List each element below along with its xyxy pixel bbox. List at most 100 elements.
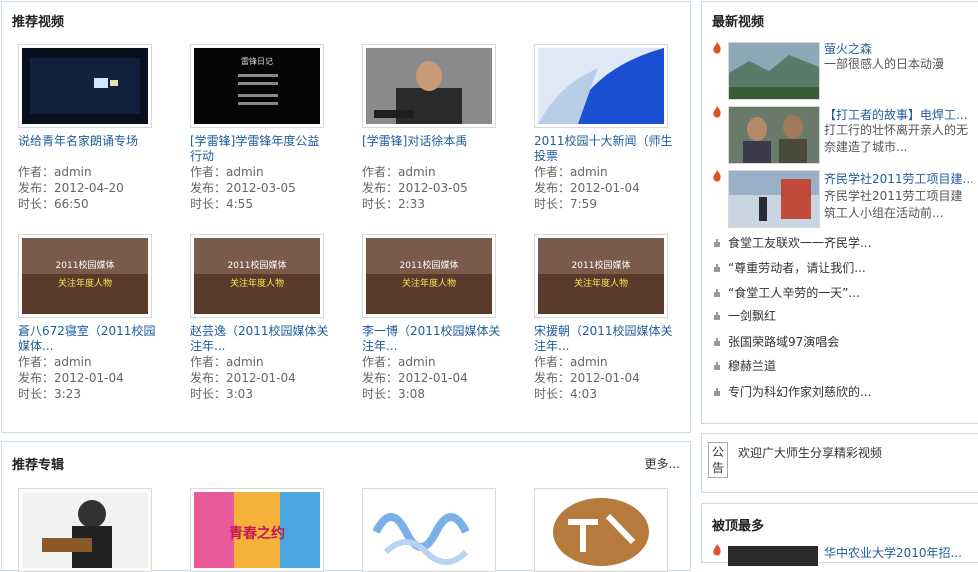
video-duration: 时长：2:33	[362, 197, 425, 211]
video-author: 作者：admin	[534, 355, 608, 369]
video-duration: 时长：3:23	[18, 387, 81, 401]
video-thumbnail[interactable]: 雷锋日记	[190, 44, 324, 128]
video-title[interactable]: 2011校园十大新闻（师生投票	[534, 134, 674, 164]
video-author: 作者：admin	[190, 165, 264, 179]
hand-icon	[714, 289, 720, 297]
album-thumbnail[interactable]	[534, 488, 668, 572]
hand-icon	[714, 338, 720, 346]
albums-more-link[interactable]: 更多...	[645, 455, 680, 472]
video-card[interactable]: 2011校园媒体 关注年度人物 宋援朝（2011校园媒体关注年... 作者：adm…	[534, 234, 684, 402]
video-card[interactable]: 2011校园十大新闻（师生投票 作者：admin 发布：2012-01-04 时…	[534, 44, 684, 212]
video-card[interactable]: 说给青年名家朗诵专场 作者：admin 发布：2012-04-20 时长：66:…	[18, 44, 168, 212]
video-card[interactable]: 2011校园媒体 关注年度人物 赵芸逸（2011校园媒体关注年... 作者：adm…	[190, 234, 340, 402]
video-date: 发布：2012-01-04	[362, 371, 468, 385]
news-thumbnail[interactable]	[728, 106, 820, 164]
list-item[interactable]: “食堂工人辛劳的一天”...	[712, 284, 860, 301]
youth-thumb-text: 青春之约	[229, 525, 285, 542]
list-item[interactable]: 张国荣路域97演唱会	[712, 333, 839, 350]
video-date: 发布：2012-01-04	[190, 371, 296, 385]
fire-icon	[713, 106, 721, 118]
album-thumbnail[interactable]: 青春之约	[190, 488, 324, 572]
video-date: 发布：2012-04-20	[18, 181, 124, 195]
fire-icon	[713, 544, 721, 556]
video-thumbnail[interactable]: 2011校园媒体 关注年度人物	[362, 234, 496, 318]
video-author: 作者：admin	[18, 355, 92, 369]
latest-videos-panel: 最新视频 萤火之森 一部很感人的日本动漫 【打工者的故事】电焊工... 打工行的…	[701, 1, 978, 424]
video-date: 发布：2012-03-05	[190, 181, 296, 195]
video-title[interactable]: 蒼八672寝室（2011校园媒体...	[18, 324, 158, 354]
hand-icon	[714, 312, 720, 320]
most-liked-title: 被顶最多	[712, 519, 765, 534]
video-card[interactable]: 雷锋日记 [学雷锋]学雷锋年度公益行动 作者：admin 发布：2012-03-…	[190, 44, 340, 212]
media-thumb-line1: 2011校园媒体	[56, 259, 115, 271]
video-date: 发布：2012-01-04	[534, 371, 640, 385]
media-thumb-line2: 关注年度人物	[574, 277, 628, 289]
video-author: 作者：admin	[190, 355, 264, 369]
album-thumbnail[interactable]	[362, 488, 496, 572]
list-item-label: 张国荣路域97演唱会	[728, 335, 840, 349]
video-thumbnail[interactable]	[362, 44, 496, 128]
video-author: 作者：admin	[18, 165, 92, 179]
video-card[interactable]: 2011校园媒体 关注年度人物 李一博（2011校园媒体关注年... 作者：adm…	[362, 234, 512, 402]
recommended-albums-panel: 推荐专辑 更多... 青春之约	[1, 441, 691, 572]
video-title[interactable]: 宋援朝（2011校园媒体关注年...	[534, 324, 674, 354]
video-author: 作者：admin	[534, 165, 608, 179]
video-duration: 时长：3:08	[362, 387, 425, 401]
media-thumb-line1: 2011校园媒体	[228, 259, 287, 271]
video-date: 发布：2012-01-04	[18, 371, 124, 385]
fire-icon	[713, 170, 721, 182]
video-title[interactable]: 说给青年名家朗诵专场	[18, 134, 158, 164]
video-date: 发布：2012-01-04	[534, 181, 640, 195]
media-thumb-line2: 关注年度人物	[402, 277, 456, 289]
news-title[interactable]: 【打工者的故事】电焊工...	[824, 106, 972, 123]
video-thumbnail[interactable]: 2011校园媒体 关注年度人物	[190, 234, 324, 318]
news-thumbnail[interactable]	[728, 546, 818, 566]
video-duration: 时长：3:03	[190, 387, 253, 401]
news-title[interactable]: 萤火之森	[824, 40, 972, 57]
list-item-label: 穆赫兰道	[728, 359, 777, 373]
news-description: 打工行的壮怀离开亲人的无奈建造了城市...	[824, 123, 969, 154]
list-item-label: “食堂工人辛劳的一天”...	[728, 286, 860, 300]
video-duration: 时长：7:59	[534, 197, 597, 211]
news-title[interactable]: 齐民学社2011劳工项目建...	[824, 170, 972, 187]
list-item-label: “尊重劳动者，请让我们...	[728, 261, 866, 275]
list-item-label: 专门为科幻作家刘慈欣的...	[728, 385, 872, 399]
album-thumbnail[interactable]	[18, 488, 152, 572]
recommended-videos-title: 推荐视频	[12, 15, 65, 30]
video-card[interactable]: 2011校园媒体 关注年度人物 蒼八672寝室（2011校园媒体... 作者：ad…	[18, 234, 168, 402]
notice-label: 公告	[708, 442, 728, 478]
list-item-label: 一剑飘红	[728, 309, 777, 323]
video-title[interactable]: [学雷锋]学雷锋年度公益行动	[190, 134, 330, 164]
video-duration: 时长：4:55	[190, 197, 253, 211]
video-card[interactable]: [学雷锋]对话徐本禹 作者：admin 发布：2012-03-05 时长：2:3…	[362, 44, 512, 212]
media-thumb-line2: 关注年度人物	[230, 277, 284, 289]
list-item[interactable]: 穆赫兰道	[712, 357, 776, 374]
video-title[interactable]: [学雷锋]对话徐本禹	[362, 134, 502, 164]
video-thumbnail[interactable]: 2011校园媒体 关注年度人物	[18, 234, 152, 318]
news-thumbnail[interactable]	[728, 170, 820, 228]
news-title[interactable]: 华中农业大学2010年招...	[824, 544, 972, 561]
recommended-videos-panel: 推荐视频 说给青年名家朗诵专场 作者：admin 发布：2012-04-20 时…	[1, 1, 691, 433]
list-item[interactable]: 专门为科幻作家刘慈欣的...	[712, 383, 871, 400]
video-title[interactable]: 赵芸逸（2011校园媒体关注年...	[190, 324, 330, 354]
list-item[interactable]: 食堂工友联欢一一齐民学...	[712, 234, 871, 251]
video-thumbnail[interactable]	[534, 44, 668, 128]
most-liked-panel: 被顶最多 华中农业大学2010年招...	[701, 503, 978, 566]
news-description: 一部很感人的日本动漫	[824, 57, 945, 71]
video-thumbnail[interactable]: 2011校园媒体 关注年度人物	[534, 234, 668, 318]
news-thumbnail[interactable]	[728, 42, 820, 100]
video-author: 作者：admin	[362, 355, 436, 369]
recommended-albums-title: 推荐专辑	[12, 458, 65, 473]
media-thumb-line2: 关注年度人物	[58, 277, 112, 289]
list-item[interactable]: 一剑飘红	[712, 307, 776, 324]
hand-icon	[714, 388, 720, 396]
media-thumb-line1: 2011校园媒体	[400, 259, 459, 271]
hand-icon	[714, 264, 720, 272]
video-date: 发布：2012-03-05	[362, 181, 468, 195]
list-item-label: 食堂工友联欢一一齐民学...	[728, 236, 872, 250]
list-item[interactable]: “尊重劳动者，请让我们...	[712, 259, 866, 276]
video-title[interactable]: 李一博（2011校园媒体关注年...	[362, 324, 502, 354]
video-thumbnail[interactable]	[18, 44, 152, 128]
hand-icon	[714, 362, 720, 370]
notice-text: 欢迎广大师生分享精彩视频	[738, 446, 883, 460]
